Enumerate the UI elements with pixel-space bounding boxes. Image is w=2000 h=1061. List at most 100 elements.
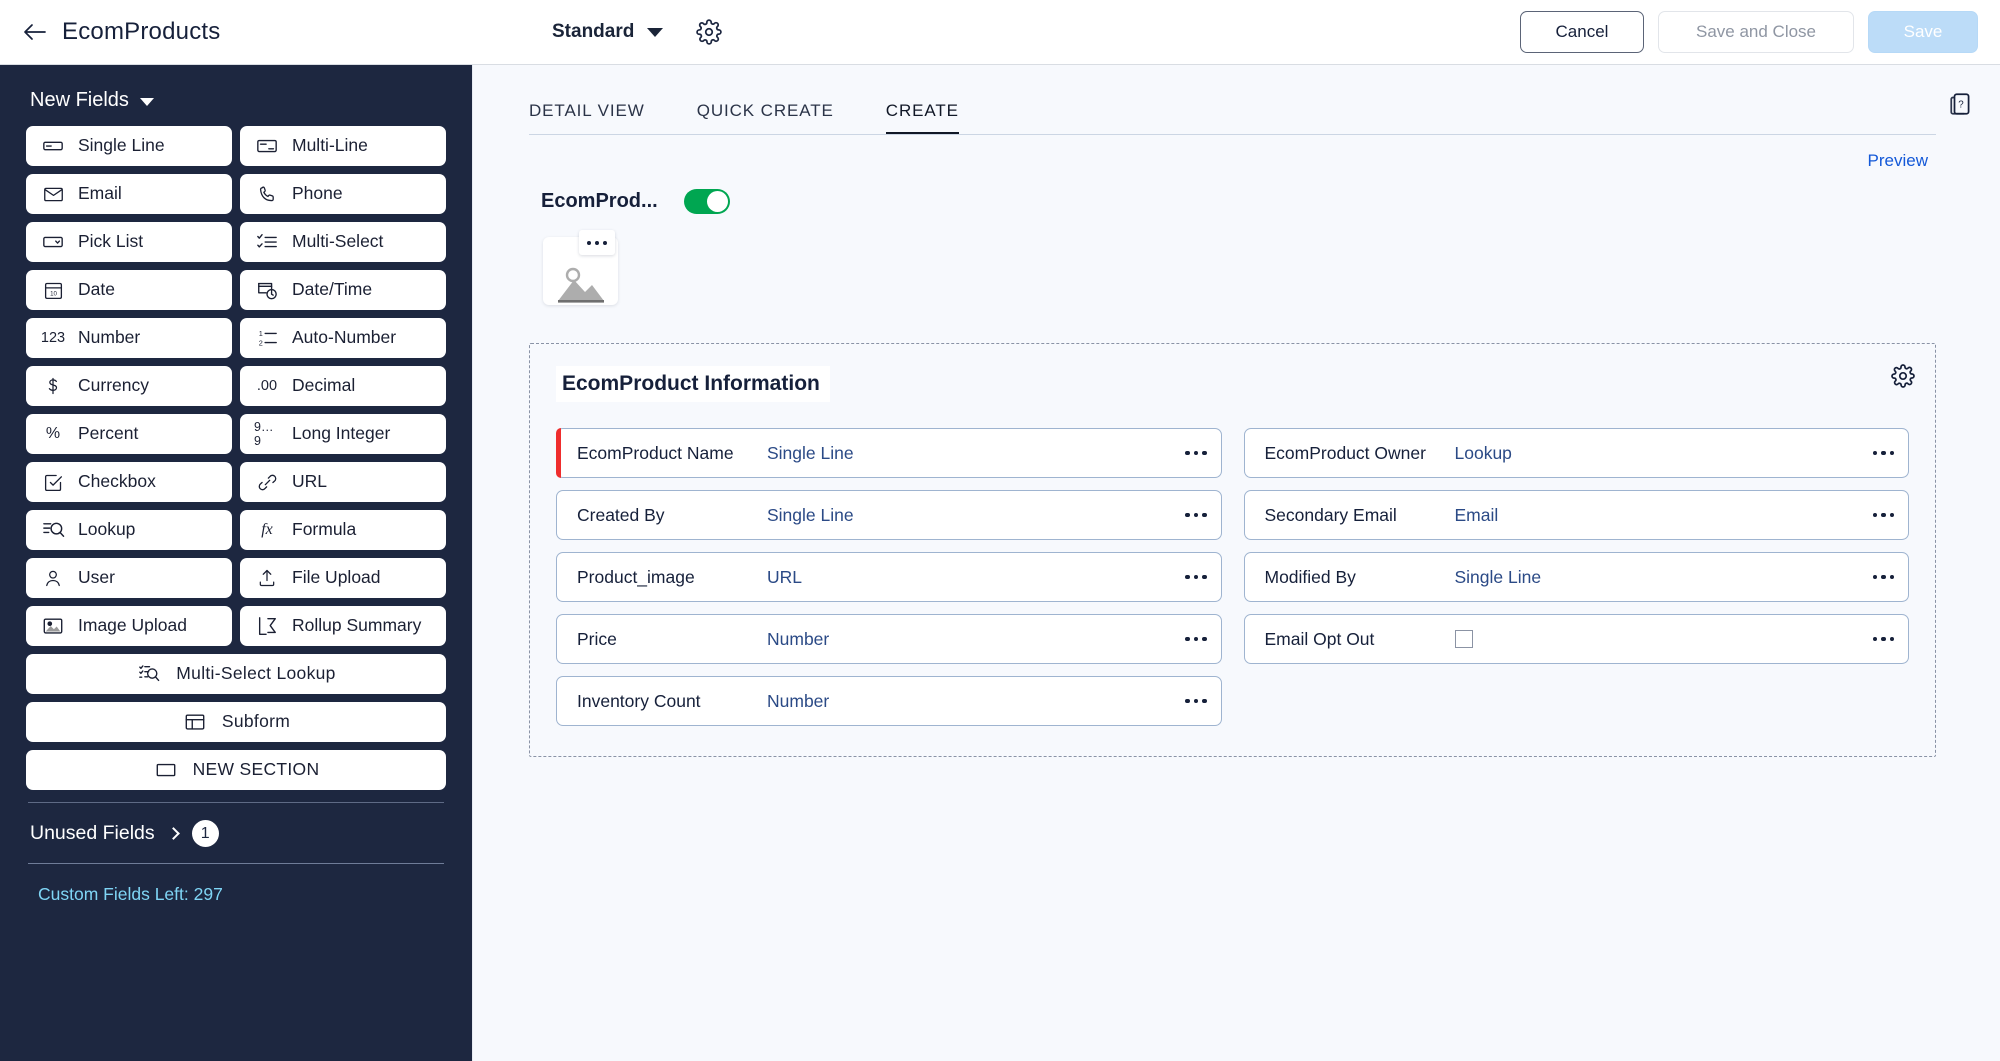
more-options-icon[interactable] (1872, 512, 1894, 518)
field-type-url[interactable]: URL (240, 462, 446, 502)
field-type-label: Subform (221, 711, 291, 732)
form-canvas: ? DETAIL VIEW QUICK CREATE CREATE Preview … (472, 65, 2000, 1061)
field-type-formula[interactable]: fx Formula (240, 510, 446, 550)
preview-link[interactable]: Preview (1868, 151, 1928, 171)
field-type-currency[interactable]: Currency (26, 366, 232, 406)
calendar-icon: 10 (40, 280, 66, 301)
field-type-single-line[interactable]: Single Line (26, 126, 232, 166)
tab-quick-create[interactable]: QUICK CREATE (697, 101, 834, 135)
left-field-column: EcomProduct Name Single Line Created By Sin… (556, 428, 1222, 726)
custom-fields-left-text: Custom Fields Left: 297 (38, 884, 223, 904)
field-type-subform[interactable]: Subform (26, 702, 446, 742)
field-type-label: Percent (78, 423, 139, 444)
new-fields-header[interactable]: New Fields (26, 65, 446, 126)
field-type-date-time[interactable]: Date/Time (240, 270, 446, 310)
pick-list-icon (40, 231, 66, 253)
field-row-product-image[interactable]: Product_image URL (556, 552, 1222, 602)
new-fields-label: New Fields (30, 89, 129, 111)
field-type-phone[interactable]: Phone (240, 174, 446, 214)
field-row-ecomproduct-owner[interactable]: EcomProduct Owner Lookup (1243, 428, 1909, 478)
field-type-label: Number (78, 327, 141, 348)
long-integer-icon: 9…9 (254, 420, 274, 448)
dollar-icon (40, 375, 66, 397)
cancel-button[interactable]: Cancel (1520, 11, 1644, 53)
field-row-email-opt-out[interactable]: Email Opt Out (1243, 614, 1909, 664)
field-type-label: URL (292, 471, 328, 492)
more-options-icon[interactable] (1185, 574, 1207, 580)
field-row-ecomproduct-name[interactable]: EcomProduct Name Single Line (556, 428, 1222, 478)
field-type-hint: Email (1454, 504, 1499, 525)
field-type-date[interactable]: 10 Date (26, 270, 232, 310)
field-type-checkbox[interactable]: Checkbox (26, 462, 232, 502)
preview-row: Preview (473, 135, 2000, 171)
save-and-close-button[interactable]: Save and Close (1658, 11, 1854, 53)
field-type-auto-number[interactable]: 1 2 Auto-Number (240, 318, 446, 358)
field-type-image-upload[interactable]: Image Upload (26, 606, 232, 646)
field-type-long-integer[interactable]: 9…9 Long Integer (240, 414, 446, 454)
chevron-down-icon (647, 27, 664, 37)
auto-number-icon: 12 (254, 327, 280, 349)
field-type-multi-select-lookup[interactable]: Multi-Select Lookup (26, 654, 446, 694)
field-type-label: Checkbox (78, 471, 156, 492)
checkbox-icon (40, 472, 66, 493)
more-options-icon[interactable] (1872, 450, 1894, 456)
multi-select-icon (254, 231, 280, 253)
field-type-new-section[interactable]: NEW SECTION (26, 750, 446, 790)
percent-icon: % (45, 425, 61, 442)
field-type-file-upload[interactable]: File Upload (240, 558, 446, 598)
field-row-modified-by[interactable]: Modified By Single Line (1243, 552, 1909, 602)
field-type-lookup[interactable]: Lookup (26, 510, 232, 550)
field-type-multi-select[interactable]: Multi-Select (240, 222, 446, 262)
field-row-secondary-email[interactable]: Secondary Email Email (1243, 490, 1909, 540)
form-enabled-toggle[interactable] (683, 189, 730, 214)
field-type-email[interactable]: Email (26, 174, 232, 214)
envelope-icon (40, 184, 66, 205)
field-type-multi-line[interactable]: Multi-Line (240, 126, 446, 166)
field-type-hint: Single Line (767, 504, 854, 525)
gear-icon[interactable] (1891, 364, 1917, 390)
field-type-number[interactable]: 123 Number (26, 318, 232, 358)
user-icon (40, 568, 66, 588)
more-options-icon[interactable] (1872, 636, 1894, 642)
chevron-right-icon (166, 827, 180, 840)
more-options-icon[interactable] (1185, 698, 1207, 704)
tab-create[interactable]: CREATE (885, 101, 959, 135)
link-icon (254, 472, 280, 493)
multi-select-lookup-icon (136, 663, 162, 685)
save-button[interactable]: Save (1868, 11, 1978, 53)
lookup-icon (40, 519, 66, 542)
right-field-column: EcomProduct Owner Lookup Secondary Email Em… (1243, 428, 1909, 726)
unused-fields-label: Unused Fields (30, 822, 155, 844)
layout-name: Standard (552, 21, 635, 42)
gear-icon[interactable] (695, 18, 723, 46)
more-options-icon[interactable] (1185, 450, 1207, 456)
more-options-icon[interactable] (579, 230, 615, 255)
more-options-icon[interactable] (1185, 512, 1207, 518)
field-type-grid: Single Line Multi-Line Email Phone Pick List… (26, 126, 446, 790)
top-bar-actions: Cancel Save and Close Save (1520, 11, 2000, 53)
field-checkbox[interactable] (1454, 630, 1473, 648)
layout-selector[interactable]: Standard (552, 21, 664, 43)
field-row-price[interactable]: Price Number (556, 614, 1222, 664)
field-row-created-by[interactable]: Created By Single Line (556, 490, 1222, 540)
unused-fields-row[interactable]: Unused Fields 1 (26, 803, 446, 863)
chevron-down-icon (139, 98, 154, 106)
field-type-rollup-summary[interactable]: Rollup Summary (240, 606, 446, 646)
new-fields-sidebar: New Fields Single Line Multi-Line Email Pho… (0, 65, 472, 1061)
field-type-pick-list[interactable]: Pick List (26, 222, 232, 262)
tab-detail-view[interactable]: DETAIL VIEW (529, 101, 645, 135)
field-row-inventory-count[interactable]: Inventory Count Number (556, 676, 1222, 726)
field-type-hint: Single Line (767, 442, 854, 463)
svg-text:2: 2 (259, 338, 263, 347)
field-type-decimal[interactable]: .00 Decimal (240, 366, 446, 406)
field-type-label: Currency (78, 375, 149, 396)
field-type-percent[interactable]: % Percent (26, 414, 232, 454)
more-options-icon[interactable] (1872, 574, 1894, 580)
field-type-user[interactable]: User (26, 558, 232, 598)
field-type-label: NEW SECTION (192, 759, 320, 780)
svg-text:10: 10 (50, 290, 57, 297)
form-area: EcomProd... (473, 171, 2000, 305)
more-options-icon[interactable] (1185, 636, 1207, 642)
back-arrow-icon[interactable] (22, 19, 48, 45)
tabs-rule (529, 134, 1936, 135)
